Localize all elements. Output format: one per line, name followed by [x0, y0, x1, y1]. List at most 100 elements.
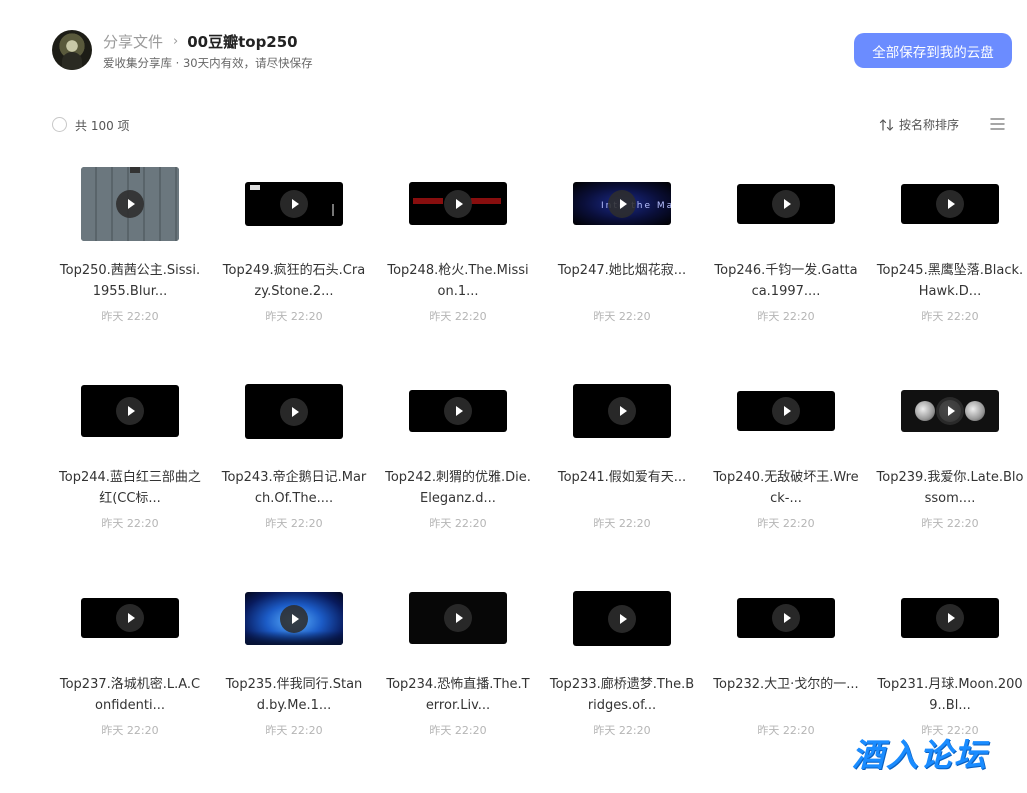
video-thumbnail[interactable]	[737, 598, 835, 638]
file-time: 昨天 22:20	[429, 310, 487, 323]
video-thumbnail[interactable]	[245, 384, 343, 439]
file-card[interactable]: Top241.假如爱有天... 昨天 22:20	[540, 369, 704, 576]
file-time: 昨天 22:20	[101, 517, 159, 530]
video-thumbnail[interactable]	[737, 184, 835, 224]
video-thumbnail[interactable]	[901, 184, 999, 224]
file-card[interactable]: Top233.廊桥遗梦.The.Bridges.of... 昨天 22:20	[540, 576, 704, 783]
file-time: 昨天 22:20	[101, 724, 159, 737]
video-thumbnail[interactable]	[409, 592, 507, 644]
file-name[interactable]: Top248.枪火.The.Mission.1...	[384, 260, 532, 302]
video-thumbnail[interactable]	[245, 182, 343, 226]
play-icon	[936, 190, 964, 218]
breadcrumb-separator-icon: ›	[173, 33, 179, 49]
breadcrumb: 分享文件 › 00豆瓣top250	[103, 30, 298, 52]
file-time: 昨天 22:20	[429, 724, 487, 737]
page-title: 00豆瓣top250	[187, 32, 298, 51]
sort-button[interactable]: 按名称排序	[879, 116, 959, 133]
file-time: 昨天 22:20	[593, 724, 651, 737]
file-name[interactable]: Top244.蓝白红三部曲之红(CC标...	[56, 467, 204, 509]
play-icon	[772, 604, 800, 632]
file-card[interactable]: Top246.千钧一发.Gattaca.1997.... 昨天 22:20	[704, 162, 868, 369]
breadcrumb-root-link[interactable]: 分享文件	[103, 31, 163, 52]
save-all-button[interactable]: 全部保存到我的云盘	[854, 33, 1012, 68]
file-grid: Top250.茜茜公主.Sissi.1955.Blur... 昨天 22:20 …	[48, 162, 1027, 783]
play-icon	[608, 189, 636, 218]
video-thumbnail[interactable]	[81, 167, 179, 241]
file-name[interactable]: Top234.恐怖直播.The.Terror.Liv...	[384, 674, 532, 716]
play-icon	[772, 190, 800, 218]
video-thumbnail[interactable]	[409, 182, 507, 225]
file-card[interactable]: Top240.无敌破坏王.Wreck-... 昨天 22:20	[704, 369, 868, 576]
file-name[interactable]: Top232.大卫·戈尔的一...	[712, 674, 860, 695]
select-all-checkbox[interactable]	[52, 117, 67, 132]
file-card[interactable]: Top243.帝企鹅日记.March.Of.The.... 昨天 22:20	[212, 369, 376, 576]
file-time: 昨天 22:20	[921, 517, 979, 530]
file-name[interactable]: Top241.假如爱有天...	[548, 467, 696, 488]
file-name[interactable]: Top249.疯狂的石头.Crazy.Stone.2...	[220, 260, 368, 302]
video-thumbnail[interactable]	[245, 592, 343, 645]
play-icon	[280, 190, 308, 218]
play-icon	[936, 397, 964, 425]
play-icon	[116, 397, 144, 425]
video-thumbnail[interactable]	[573, 384, 671, 438]
file-name[interactable]: Top240.无敌破坏王.Wreck-...	[712, 467, 860, 509]
file-time: 昨天 22:20	[265, 517, 323, 530]
video-thumbnail[interactable]	[901, 390, 999, 432]
file-time: 昨天 22:20	[757, 724, 815, 737]
play-icon	[444, 189, 472, 218]
file-name[interactable]: Top246.千钧一发.Gattaca.1997....	[712, 260, 860, 302]
file-time: 昨天 22:20	[593, 517, 651, 530]
share-subtitle: 爱收集分享库 · 30天内有效，请尽快保存	[103, 56, 313, 70]
file-time: 昨天 22:20	[101, 310, 159, 323]
sort-label: 按名称排序	[899, 118, 960, 132]
file-name[interactable]: Top243.帝企鹅日记.March.Of.The....	[220, 467, 368, 509]
play-icon	[772, 397, 800, 425]
file-name[interactable]: Top239.我爱你.Late.Blossom....	[876, 467, 1024, 509]
file-name[interactable]: Top237.洛城机密.L.A.Confidenti...	[56, 674, 204, 716]
play-icon	[116, 190, 144, 218]
file-name[interactable]: Top231.月球.Moon.2009..Bl...	[876, 674, 1024, 716]
video-thumbnail[interactable]	[573, 591, 671, 646]
play-icon	[936, 604, 964, 632]
file-name[interactable]: Top245.黑鹰坠落.Black.Hawk.D...	[876, 260, 1024, 302]
file-name[interactable]: Top235.伴我同行.Stand.by.Me.1...	[220, 674, 368, 716]
play-icon	[608, 604, 636, 633]
file-card[interactable]: Top234.恐怖直播.The.Terror.Liv... 昨天 22:20	[376, 576, 540, 783]
file-time: 昨天 22:20	[429, 517, 487, 530]
play-icon	[444, 604, 472, 632]
video-thumbnail[interactable]	[409, 390, 507, 432]
play-icon	[116, 604, 144, 632]
file-time: 昨天 22:20	[757, 310, 815, 323]
file-card[interactable]: Top239.我爱你.Late.Blossom.... 昨天 22:20	[868, 369, 1027, 576]
list-view-icon[interactable]	[990, 117, 1005, 131]
file-card[interactable]: Top249.疯狂的石头.Crazy.Stone.2... 昨天 22:20	[212, 162, 376, 369]
file-card[interactable]: Top232.大卫·戈尔的一... 昨天 22:20	[704, 576, 868, 783]
file-card[interactable]: Top250.茜茜公主.Sissi.1955.Blur... 昨天 22:20	[48, 162, 212, 369]
site-watermark-logo: 酒入论坛	[852, 736, 989, 774]
video-thumbnail[interactable]	[81, 385, 179, 437]
sort-icon	[879, 118, 894, 131]
file-name[interactable]: Top233.廊桥遗梦.The.Bridges.of...	[548, 674, 696, 716]
play-icon	[280, 397, 308, 426]
video-thumbnail[interactable]	[737, 391, 835, 431]
video-thumbnail[interactable]	[901, 598, 999, 638]
share-header: 分享文件 › 00豆瓣top250 爱收集分享库 · 30天内有效，请尽快保存 …	[0, 0, 1027, 100]
file-card[interactable]: Into the Mafia Top247.她比烟花寂... 昨天 22:20	[540, 162, 704, 369]
play-icon	[280, 604, 308, 633]
file-name[interactable]: Top247.她比烟花寂...	[548, 260, 696, 281]
file-card[interactable]: Top245.黑鹰坠落.Black.Hawk.D... 昨天 22:20	[868, 162, 1027, 369]
file-card[interactable]: Top242.刺猬的优雅.Die.Eleganz.d... 昨天 22:20	[376, 369, 540, 576]
video-thumbnail[interactable]: Into the Mafia	[573, 182, 671, 225]
file-time: 昨天 22:20	[265, 724, 323, 737]
file-card[interactable]: Top248.枪火.The.Mission.1... 昨天 22:20	[376, 162, 540, 369]
file-card[interactable]: Top244.蓝白红三部曲之红(CC标... 昨天 22:20	[48, 369, 212, 576]
video-thumbnail[interactable]	[81, 598, 179, 638]
file-time: 昨天 22:20	[921, 310, 979, 323]
file-name[interactable]: Top250.茜茜公主.Sissi.1955.Blur...	[56, 260, 204, 302]
avatar[interactable]	[52, 30, 92, 70]
file-card[interactable]: Top235.伴我同行.Stand.by.Me.1... 昨天 22:20	[212, 576, 376, 783]
list-toolbar: 共 100 项 按名称排序	[0, 112, 1027, 138]
file-time: 昨天 22:20	[593, 310, 651, 323]
file-name[interactable]: Top242.刺猬的优雅.Die.Eleganz.d...	[384, 467, 532, 509]
file-card[interactable]: Top237.洛城机密.L.A.Confidenti... 昨天 22:20	[48, 576, 212, 783]
